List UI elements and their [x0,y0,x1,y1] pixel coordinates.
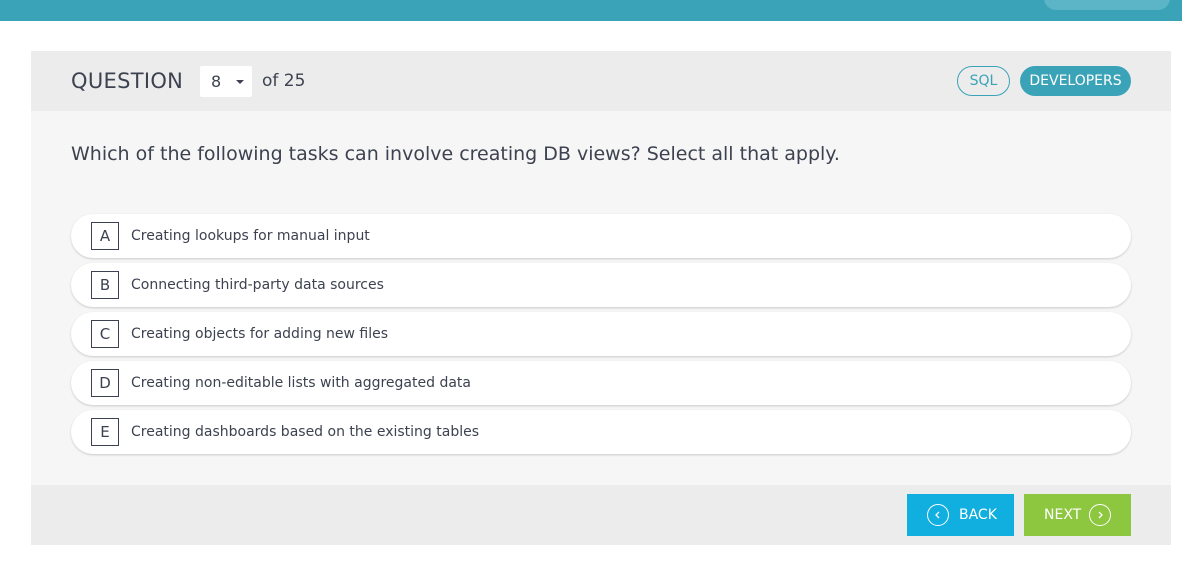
option-text: Creating dashboards based on the existin… [131,424,480,440]
next-button-label: NEXT [1044,507,1082,523]
tag-sql: SQL [957,66,1010,96]
question-footer: BACK NEXT [31,485,1171,545]
option-c[interactable]: C Creating objects for adding new files [71,312,1131,356]
back-button-label: BACK [959,507,997,523]
option-text: Connecting third-party data sources [131,277,384,293]
question-number-select[interactable]: 8 [200,66,252,97]
option-b[interactable]: B Connecting third-party data sources [71,263,1131,307]
next-button[interactable]: NEXT [1024,494,1131,536]
option-letter: B [91,271,119,299]
option-letter: A [91,222,119,250]
question-total: of 25 [262,71,306,91]
option-d[interactable]: D Creating non-editable lists with aggre… [71,361,1131,405]
option-e[interactable]: E Creating dashboards based on the exist… [71,410,1131,454]
option-a[interactable]: A Creating lookups for manual input [71,214,1131,258]
option-text: Creating objects for adding new files [131,326,389,342]
top-bar-user-pill[interactable] [1044,0,1170,10]
top-bar [0,0,1182,21]
option-text: Creating lookups for manual input [131,228,370,244]
tag-developers: DEVELOPERS [1020,66,1131,96]
back-button[interactable]: BACK [907,494,1014,536]
option-letter: C [91,320,119,348]
question-number-value: 8 [211,72,222,91]
option-letter: E [91,418,119,446]
question-text: Which of the following tasks can involve… [71,143,840,165]
option-letter: D [91,369,119,397]
question-label: QUESTION [71,69,184,93]
caret-down-icon [236,80,244,84]
question-header: QUESTION 8 of 25 SQL DEVELOPERS [31,51,1171,111]
question-card: QUESTION 8 of 25 SQL DEVELOPERS Which of… [31,51,1171,545]
chevron-left-circle-icon [927,504,949,526]
option-text: Creating non-editable lists with aggrega… [131,375,471,391]
chevron-right-circle-icon [1089,504,1111,526]
